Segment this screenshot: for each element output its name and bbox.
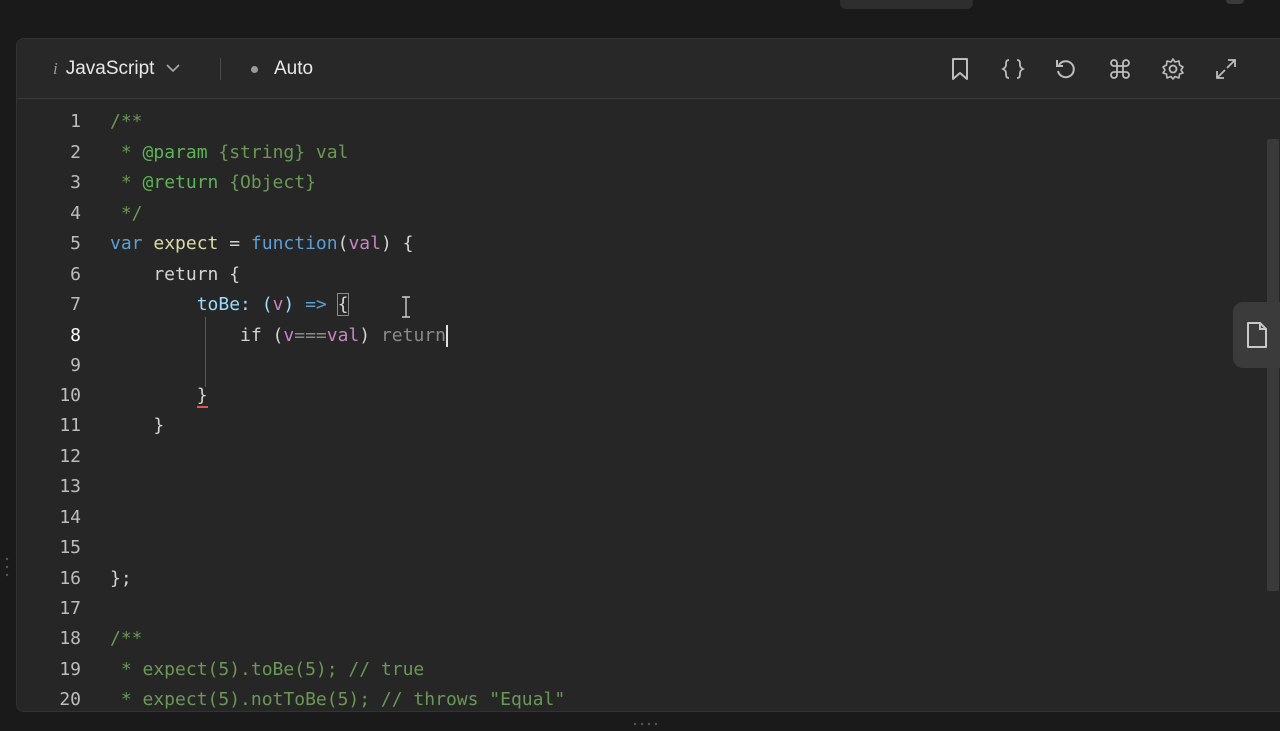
bookmark-icon	[952, 58, 968, 80]
line-number: 18	[59, 628, 81, 649]
code-line: toBe: (v) => {	[110, 293, 350, 316]
reset-button[interactable]	[1051, 55, 1081, 83]
line-number: 7	[70, 294, 81, 315]
info-icon: i	[53, 59, 58, 78]
chevron-down-icon	[166, 60, 181, 78]
settings-button[interactable]	[1158, 55, 1188, 83]
code-line: var expect = function(val) {	[110, 233, 414, 254]
line-number: 15	[59, 537, 81, 558]
code-line: */	[110, 203, 143, 224]
line-number: 4	[70, 203, 81, 224]
bookmark-button[interactable]	[945, 55, 975, 83]
toolbar-divider	[220, 58, 221, 80]
line-number-active: 8	[70, 325, 81, 346]
line-number: 1	[70, 111, 81, 132]
fullscreen-button[interactable]	[1211, 55, 1241, 83]
reset-icon	[1056, 60, 1075, 79]
expand-icon	[1216, 59, 1236, 79]
code-line-text: if (v===val) return	[110, 325, 446, 346]
code-line: /**	[110, 628, 143, 649]
code-line: * @param {string} val	[110, 142, 349, 163]
line-number: 20	[59, 689, 81, 710]
top-right-handle[interactable]	[1226, 0, 1244, 4]
line-number: 19	[59, 659, 81, 680]
code-editor-panel: i JavaScript Auto 1 2 3 4 5 6 7 8 9 10 1…	[16, 38, 1280, 712]
line-number: 13	[59, 476, 81, 497]
file-icon	[1246, 322, 1267, 348]
language-select[interactable]: i JavaScript	[53, 57, 181, 81]
line-number: 14	[59, 507, 81, 528]
window-top-bar	[0, 0, 1280, 24]
code-line: * expect(5).toBe(5); // true	[110, 659, 425, 680]
resize-handle-bottom[interactable]	[632, 713, 658, 726]
code-line: /**	[110, 111, 143, 132]
code-line: };	[110, 568, 132, 589]
language-label: JavaScript	[65, 58, 155, 79]
shortcuts-button[interactable]	[1105, 55, 1135, 83]
line-number: 3	[70, 172, 81, 193]
code-line: }	[110, 415, 165, 436]
mode-label: Auto	[274, 58, 314, 79]
resize-handle-left[interactable]	[5, 555, 9, 579]
format-code-button[interactable]	[998, 55, 1028, 83]
line-number: 11	[59, 415, 81, 436]
code-line: * @return {Object}	[110, 172, 316, 193]
command-icon	[1110, 59, 1130, 79]
code-line: return {	[110, 264, 241, 285]
gear-icon	[1162, 58, 1184, 80]
code-line: }	[196, 385, 208, 408]
mode-indicator-icon	[251, 65, 258, 73]
line-number: 16	[59, 568, 81, 589]
code-line-active: if (v===val) return	[110, 325, 448, 347]
mode-select[interactable]: Auto	[251, 57, 313, 81]
code-line: * expect(5).notToBe(5); // throws "Equal…	[110, 689, 566, 710]
top-tab-handle[interactable]	[840, 0, 973, 9]
file-panel-button[interactable]	[1233, 302, 1280, 368]
code-area[interactable]: 1 2 3 4 5 6 7 8 9 10 11 12 13 14 15 16 1…	[17, 99, 1280, 711]
braces-icon	[1001, 59, 1025, 79]
line-number: 5	[70, 233, 81, 254]
line-number: 2	[70, 142, 81, 163]
text-cursor	[445, 325, 448, 347]
line-number: 10	[59, 385, 81, 406]
editor-toolbar: i JavaScript Auto	[17, 39, 1280, 99]
line-number: 12	[59, 446, 81, 467]
line-number: 6	[70, 264, 81, 285]
text-cursor-ibeam-icon	[402, 296, 410, 318]
line-number: 9	[70, 355, 81, 376]
line-number: 17	[59, 598, 81, 619]
